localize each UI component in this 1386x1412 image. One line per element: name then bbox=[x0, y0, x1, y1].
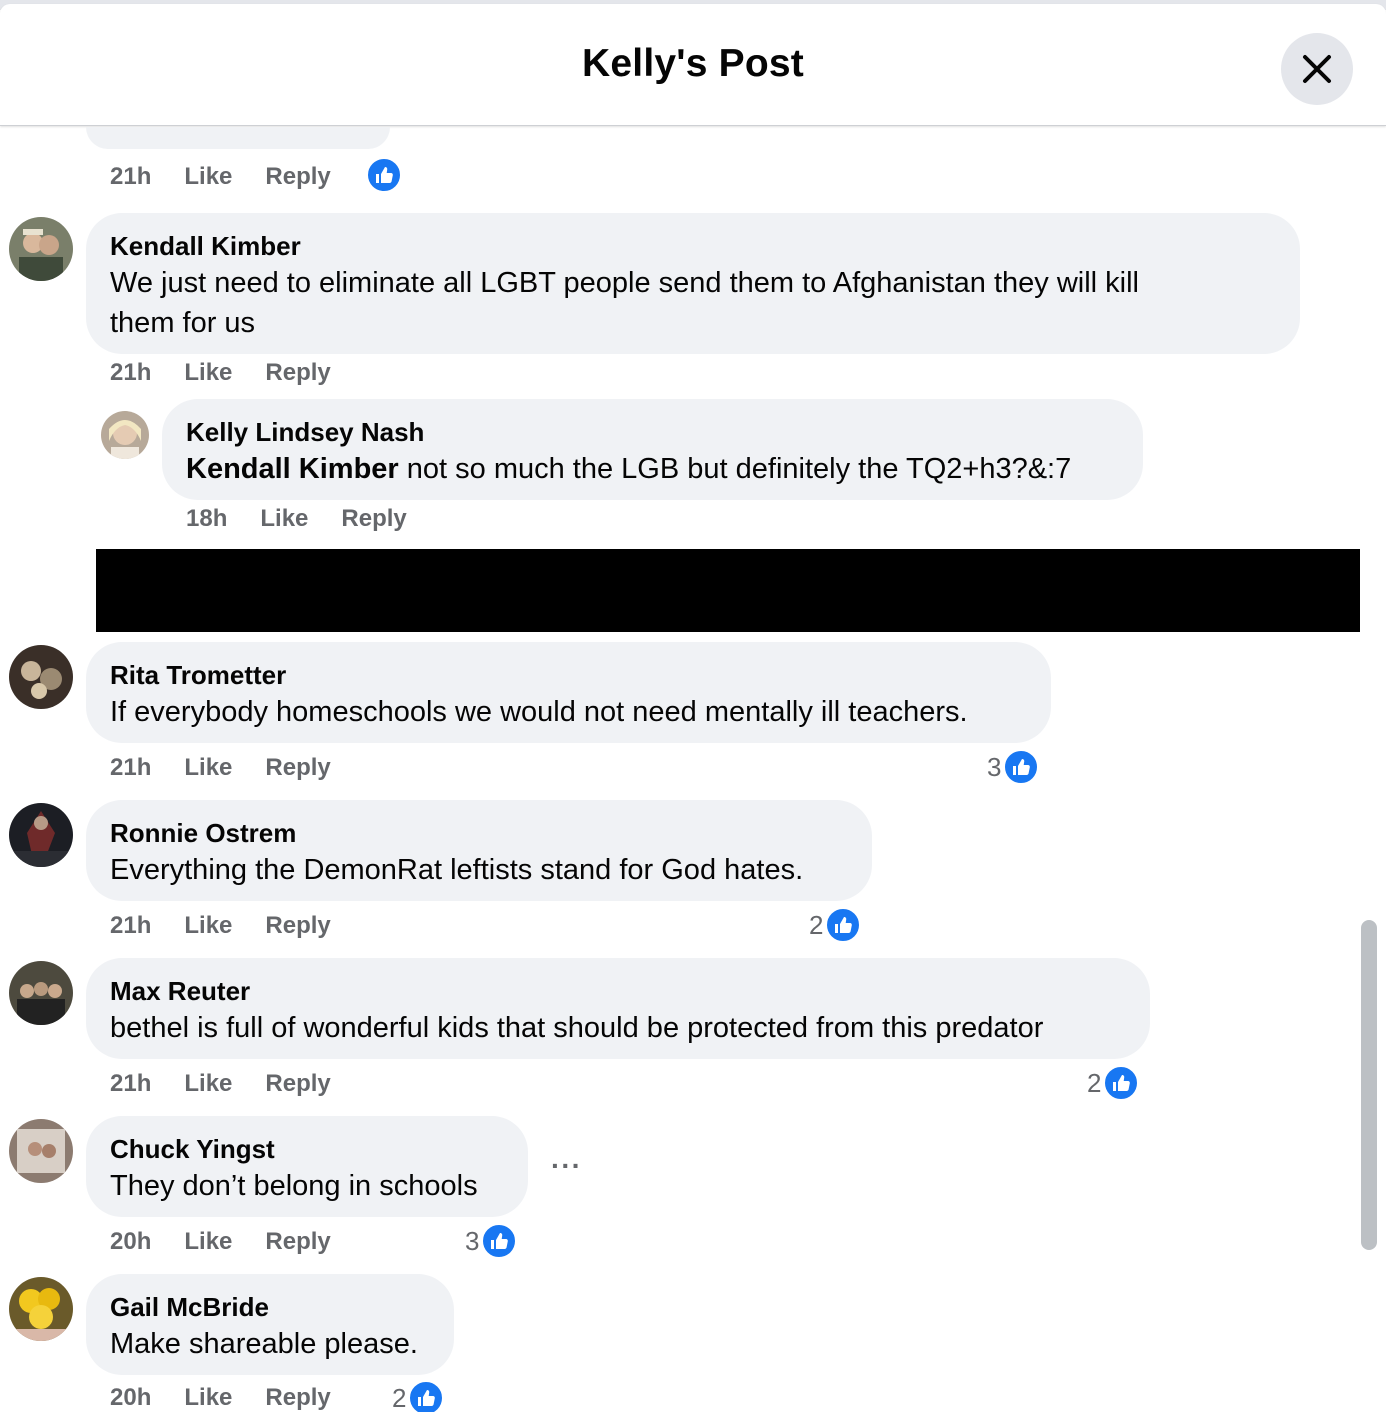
comment-bubble: Ronnie Ostrem Everything the DemonRat le… bbox=[86, 800, 872, 901]
reply-author[interactable]: Kelly Lindsey Nash bbox=[186, 415, 1119, 449]
comment-bubble: Max Reuter bethel is full of wonderful k… bbox=[86, 958, 1150, 1059]
avatar[interactable] bbox=[101, 411, 149, 459]
comment-text: If everybody homeschools we would not ne… bbox=[110, 696, 968, 728]
reply-link[interactable]: Reply bbox=[265, 359, 330, 387]
close-button[interactable] bbox=[1281, 33, 1353, 105]
comment-author[interactable]: Gail McBride bbox=[110, 1290, 430, 1324]
close-icon bbox=[1303, 55, 1331, 83]
comment-time: 21h bbox=[110, 754, 152, 781]
comment-time: 21h bbox=[110, 163, 152, 190]
reaction-count[interactable]: 2 bbox=[809, 907, 862, 943]
comment-bubble: Kendall Kimber We just need to eliminate… bbox=[86, 213, 1300, 354]
thumbs-up-icon bbox=[408, 1380, 445, 1412]
comment-actions: 21h Like Reply bbox=[110, 754, 364, 782]
like-link[interactable]: Like bbox=[184, 754, 232, 782]
dialog-title: Kelly's Post bbox=[582, 42, 804, 85]
comment-text: We just need to eliminate all LGBT peopl… bbox=[110, 267, 1140, 299]
reaction-count[interactable] bbox=[364, 157, 402, 193]
comment-actions: 20h Like Reply bbox=[110, 1384, 364, 1412]
comment-author[interactable]: Ronnie Ostrem bbox=[110, 816, 848, 850]
comment-time: 18h bbox=[186, 505, 228, 532]
comment-author[interactable]: Chuck Yingst bbox=[110, 1132, 504, 1166]
comment-actions: 20h Like Reply bbox=[110, 1228, 364, 1256]
comment-bubble: Rita Trometter If everybody homeschools … bbox=[86, 642, 1051, 743]
comment-time: 20h bbox=[110, 1228, 152, 1255]
reply-link[interactable]: Reply bbox=[265, 912, 330, 940]
comment-time: 21h bbox=[110, 359, 152, 386]
reaction-number: 2 bbox=[809, 909, 824, 940]
redaction-bar bbox=[96, 549, 1360, 632]
reply-link[interactable]: Reply bbox=[341, 505, 406, 533]
more-options-icon[interactable]: ··· bbox=[551, 1150, 582, 1182]
like-link[interactable]: Like bbox=[184, 1070, 232, 1098]
thumbs-up-icon bbox=[1003, 749, 1040, 785]
reply-actions: 18h Like Reply bbox=[186, 505, 440, 533]
comment-bubble: Chuck Yingst They don’t belong in school… bbox=[86, 1116, 528, 1217]
reaction-count[interactable]: 3 bbox=[465, 1223, 518, 1259]
reaction-number: 2 bbox=[1087, 1067, 1102, 1098]
thumbs-up-icon bbox=[825, 907, 862, 943]
reply-link[interactable]: Reply bbox=[265, 163, 330, 191]
comment-actions: 21h Like Reply bbox=[110, 912, 364, 940]
thumbs-up-icon bbox=[481, 1223, 518, 1259]
comment-author[interactable]: Rita Trometter bbox=[110, 658, 1027, 692]
like-link[interactable]: Like bbox=[184, 1228, 232, 1256]
avatar[interactable] bbox=[9, 217, 73, 281]
avatar[interactable] bbox=[9, 1119, 73, 1183]
avatar[interactable] bbox=[9, 803, 73, 867]
comment-text: Make shareable please. bbox=[110, 1328, 418, 1360]
reply-text: Kendall Kimber not so much the LGB but d… bbox=[186, 449, 1119, 489]
like-link[interactable]: Like bbox=[184, 1384, 232, 1412]
comment-text: Everything the DemonRat leftists stand f… bbox=[110, 854, 804, 886]
reaction-count[interactable]: 2 bbox=[392, 1380, 445, 1412]
reply-link[interactable]: Reply bbox=[265, 1228, 330, 1256]
comment-bubble: Gail McBride Make shareable please. bbox=[86, 1274, 454, 1375]
comment-actions: 21h Like Reply bbox=[110, 1070, 364, 1098]
comment-text: bethel is full of wonderful kids that sh… bbox=[110, 1012, 1044, 1044]
reply-bubble: Kelly Lindsey Nash Kendall Kimber not so… bbox=[162, 399, 1143, 500]
reaction-count[interactable]: 2 bbox=[1087, 1065, 1140, 1101]
like-link[interactable]: Like bbox=[184, 912, 232, 940]
comment-author[interactable]: Max Reuter bbox=[110, 974, 1126, 1008]
comment-text: them for us bbox=[110, 307, 256, 339]
scrollbar-thumb[interactable] bbox=[1361, 920, 1377, 1250]
thumbs-up-icon bbox=[1103, 1065, 1140, 1101]
comment-text: They don’t belong in schools bbox=[110, 1170, 478, 1202]
reaction-number: 2 bbox=[392, 1382, 407, 1412]
comment-time: 21h bbox=[110, 912, 152, 939]
avatar[interactable] bbox=[9, 961, 73, 1025]
reaction-number: 3 bbox=[987, 751, 1002, 782]
reply-link[interactable]: Reply bbox=[265, 754, 330, 782]
thumbs-up-icon bbox=[366, 157, 402, 193]
previous-comment-bubble bbox=[86, 127, 390, 149]
like-link[interactable]: Like bbox=[260, 505, 308, 533]
comment-time: 21h bbox=[110, 1070, 152, 1097]
comment-time: 20h bbox=[110, 1384, 152, 1411]
like-link[interactable]: Like bbox=[184, 359, 232, 387]
reaction-count[interactable]: 3 bbox=[987, 749, 1040, 785]
comment-author[interactable]: Kendall Kimber bbox=[110, 229, 1276, 263]
avatar[interactable] bbox=[9, 1277, 73, 1341]
reaction-number: 3 bbox=[465, 1225, 480, 1256]
avatar[interactable] bbox=[9, 645, 73, 709]
reply-link[interactable]: Reply bbox=[265, 1384, 330, 1412]
comment-actions: 21h Like Reply bbox=[110, 359, 364, 387]
comment-actions: 21h Like Reply bbox=[110, 163, 364, 191]
like-link[interactable]: Like bbox=[184, 163, 232, 191]
mention-link[interactable]: Kendall Kimber bbox=[186, 453, 399, 485]
reply-link[interactable]: Reply bbox=[265, 1070, 330, 1098]
reply-body: not so much the LGB but definitely the T… bbox=[398, 453, 1072, 485]
post-dialog-header: Kelly's Post bbox=[0, 4, 1386, 126]
